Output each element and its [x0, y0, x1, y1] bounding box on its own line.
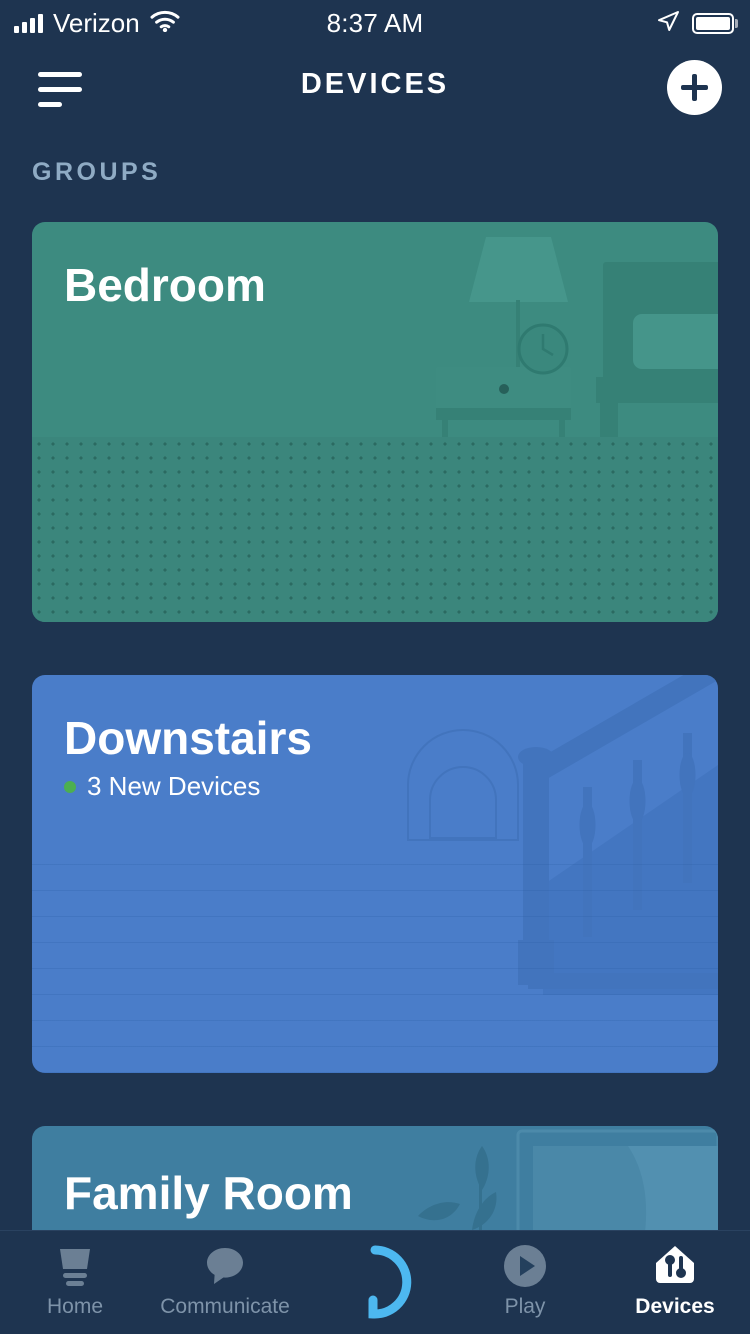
alexa-ring-icon [336, 1243, 414, 1321]
add-device-button[interactable] [667, 60, 722, 115]
group-card-downstairs[interactable]: Downstairs 3 New Devices On O [32, 675, 718, 1073]
group-subtitle-downstairs: 3 New Devices [64, 771, 260, 802]
nav-bar: DEVICES [0, 46, 750, 136]
carpet-texture [32, 437, 718, 622]
devices-house-icon [652, 1243, 698, 1289]
new-devices-label: 3 New Devices [87, 771, 261, 801]
tab-alexa[interactable] [300, 1231, 450, 1327]
tab-label: Home [46, 1295, 104, 1318]
speech-bubble-icon [203, 1243, 247, 1289]
group-card-bedroom[interactable]: Bedroom Off [32, 222, 718, 622]
bottom-tab-bar: Home Communicate Play Devices [0, 1230, 750, 1334]
tab-home[interactable]: Home [0, 1231, 150, 1319]
tab-devices[interactable]: Devices [600, 1231, 750, 1319]
group-name-family-room: Family Room [64, 1167, 353, 1219]
home-icon [52, 1243, 98, 1289]
status-bar-time: 8:37 AM [326, 7, 424, 38]
tab-label: Devices [635, 1295, 715, 1318]
status-bar-right [656, 9, 738, 38]
battery-full-icon [692, 12, 738, 34]
tab-communicate[interactable]: Communicate [150, 1231, 300, 1319]
play-circle-icon [502, 1243, 548, 1289]
page-title: DEVICES [300, 68, 450, 100]
groups-section-header: GROUPS [32, 158, 162, 186]
new-device-dot [64, 780, 76, 793]
location-arrow-icon [656, 9, 680, 38]
group-name-bedroom: Bedroom [64, 259, 266, 311]
tab-label: Play [504, 1295, 546, 1318]
status-bar: Verizon 8:37 AM [0, 0, 750, 46]
tab-play[interactable]: Play [450, 1231, 600, 1319]
group-name-downstairs: Downstairs [64, 712, 312, 764]
floor-texture [32, 863, 718, 1073]
app-screen: Verizon 8:37 AM DEVICES GROUPS Bedroom D… [0, 0, 750, 1334]
tab-label: Communicate [160, 1295, 290, 1318]
